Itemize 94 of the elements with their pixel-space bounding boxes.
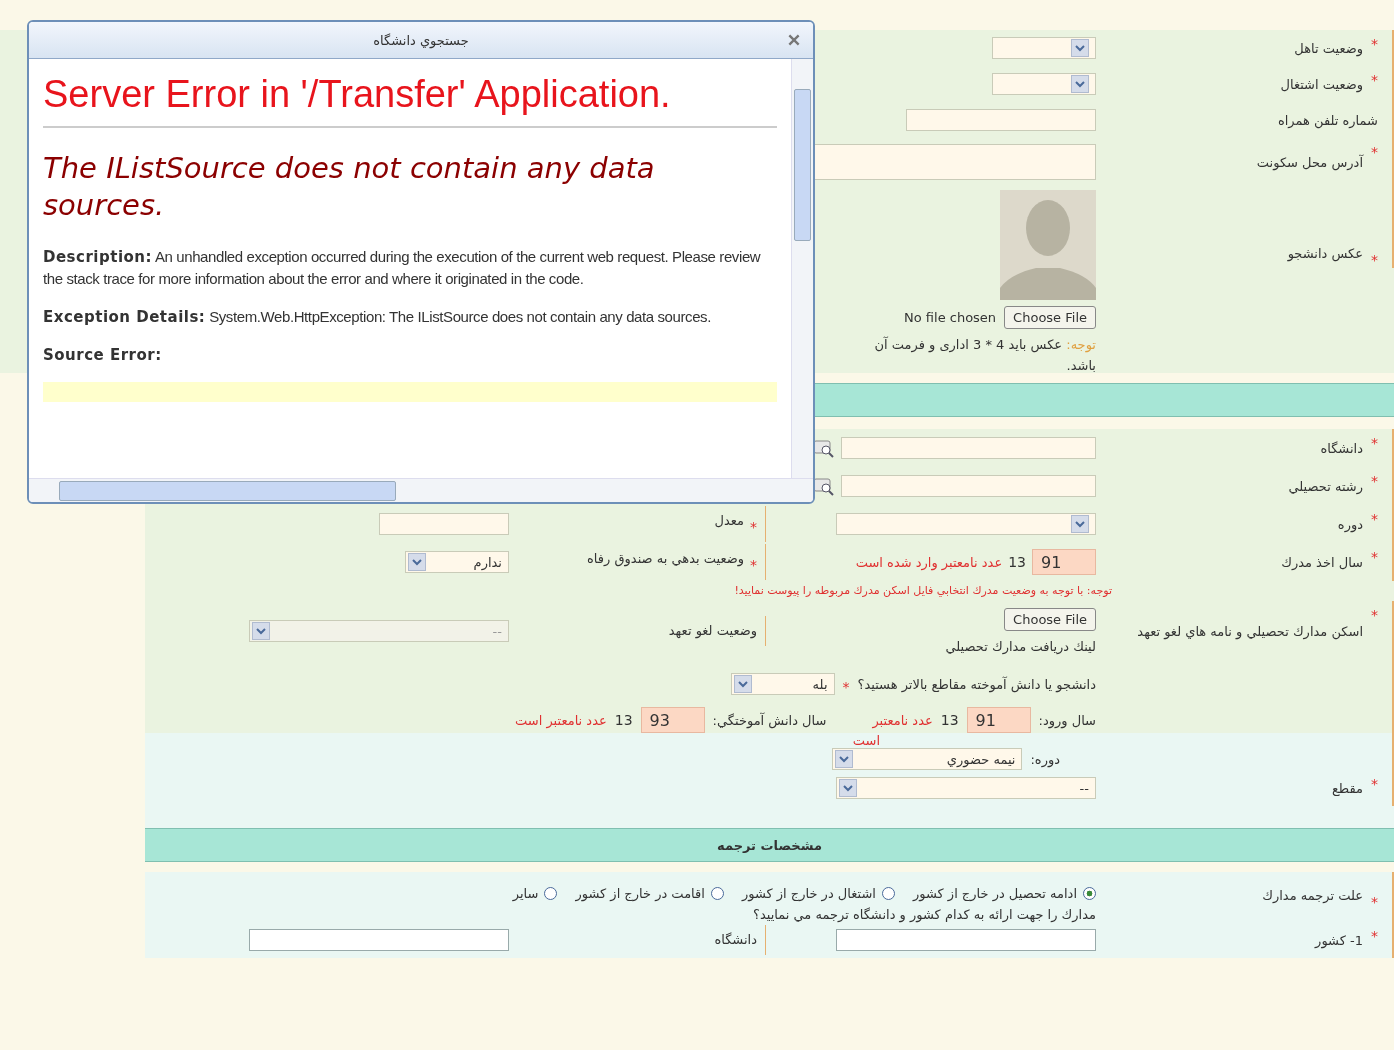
- required-mark: *: [1371, 435, 1378, 451]
- error-message: است: [852, 733, 881, 748]
- required-mark: *: [750, 518, 757, 537]
- note-text: باشد.: [1066, 358, 1096, 373]
- major-field[interactable]: [841, 475, 1096, 497]
- dropdown-field[interactable]: [836, 513, 1096, 535]
- note-text: عکس باید 4 * 3 اداری و فرمت آن: [874, 337, 1063, 352]
- radio-button[interactable]: [1083, 887, 1096, 900]
- source-error-label: Source Error:: [43, 346, 162, 364]
- vertical-scrollbar[interactable]: [791, 59, 813, 478]
- required-mark: *: [842, 679, 850, 695]
- error-heading: Server Error in '/Transfer' Application.: [43, 73, 672, 116]
- field-label: رشته تحصيلي: [1288, 478, 1363, 494]
- file-status: No file chosen: [904, 310, 997, 325]
- required-mark: *: [1371, 549, 1378, 565]
- radio-button[interactable]: [544, 887, 558, 900]
- year-field[interactable]: 91: [966, 707, 1031, 733]
- radio-option[interactable]: اشتغال در خارج از كشور: [741, 886, 895, 901]
- gpa-field[interactable]: [379, 513, 509, 535]
- field-label: معدل: [714, 512, 744, 530]
- field-label: وضعيت لغو تعهد: [668, 622, 757, 641]
- required-mark: *: [1371, 473, 1378, 489]
- chevron-icon: [733, 675, 752, 693]
- radio-button[interactable]: [881, 887, 895, 900]
- university-field[interactable]: [841, 437, 1096, 459]
- dropdown-field[interactable]: بله: [730, 673, 835, 695]
- dropdown-field[interactable]: [992, 37, 1096, 59]
- error-subheading: The IListSource does not contain any data sources.: [43, 150, 656, 224]
- chevron-icon: [1071, 515, 1089, 533]
- horizontal-scrollbar[interactable]: [29, 478, 813, 502]
- phone-field[interactable]: [906, 109, 1096, 131]
- field-label: دانشگاه: [1320, 440, 1363, 456]
- chevron-icon: [1071, 39, 1089, 57]
- close-icon[interactable]: [787, 33, 801, 47]
- note-label: توجه:: [1066, 337, 1096, 352]
- year-prefix: 13: [614, 712, 633, 728]
- field-label: سال ورود:: [1038, 712, 1096, 728]
- field-label: اسكن مدارك تحصيلي و نامه هاي لغو تعهد: [1137, 623, 1363, 639]
- year-prefix: 13: [940, 712, 959, 728]
- required-mark: *: [1371, 511, 1378, 527]
- field-label: سال دانش آموختگي:: [712, 712, 827, 728]
- dropdown-field[interactable]: --: [836, 777, 1096, 799]
- error-message: عدد نامعتبر وارد شده است: [855, 554, 1003, 570]
- year-prefix: 13: [1008, 554, 1026, 570]
- field-label: مقطع: [1331, 780, 1363, 796]
- required-mark: *: [1371, 252, 1378, 268]
- field-label: دانشگاه: [714, 931, 757, 949]
- field-label: آدرس محل سکونت: [1256, 154, 1363, 170]
- field-label: عکس دانشجو: [1287, 246, 1363, 261]
- field-label: دوره:: [1030, 751, 1060, 767]
- error-message: عدد نامعتبر: [872, 712, 933, 728]
- year-field[interactable]: 91: [1032, 549, 1096, 575]
- field-label: وضعيت بدهي به صندوق رفاه: [587, 550, 744, 569]
- dropdown-field[interactable]: ندارم: [405, 551, 509, 573]
- field-label: سال اخذ مدرك: [1281, 554, 1363, 570]
- chevron-icon: [839, 779, 857, 797]
- required-mark: *: [1371, 144, 1378, 160]
- required-mark: *: [1371, 607, 1378, 623]
- chevron-icon: [1071, 75, 1089, 93]
- field-label: وضعيت تاهل: [1294, 40, 1363, 56]
- year-field[interactable]: 93: [640, 707, 705, 733]
- download-link[interactable]: لينك دريافت مدارك تحصيلي: [945, 639, 1096, 654]
- required-mark: *: [1371, 894, 1378, 910]
- dropdown-field[interactable]: نيمه حضوري: [832, 748, 1023, 770]
- field-label: شماره تلفن همراه: [1277, 112, 1378, 128]
- dialog-title: جستجوي دانشگاه: [373, 32, 469, 48]
- field-label: 1- كشور: [1315, 932, 1363, 948]
- university-field[interactable]: [249, 929, 509, 951]
- required-mark: *: [1371, 72, 1378, 88]
- question-label: دانشجو يا دانش آموخته مقاطع بالاتر هستيد؟: [857, 676, 1096, 692]
- radio-option[interactable]: ساير: [512, 886, 558, 901]
- chevron-icon: [408, 553, 426, 571]
- warning-note: توجه: با توجه به وضعيت مدرك انتخابي فايل اسكن مدرك مربوطه را پيوست نماييد!: [734, 584, 1112, 597]
- chevron-icon: [835, 750, 854, 768]
- error-message: عدد نامعتبر است: [515, 712, 607, 728]
- exception-text: Exception Details: System.Web.HttpException: The IListSource does not contain any data sources.: [43, 307, 712, 328]
- choose-file-button[interactable]: Choose File: [1004, 608, 1096, 631]
- description-text: Description: An unhandled exception occurred during the execution of the current web request. Please review the stack trace for more information about the error and where it originated in the code.: [43, 247, 762, 289]
- radio-option[interactable]: اقامت در خارج از كشور: [575, 886, 724, 901]
- country-field[interactable]: [836, 929, 1096, 951]
- required-mark: *: [750, 556, 757, 575]
- section-header: مشخصات ترجمه: [145, 828, 1394, 862]
- question-label: مدارك را جهت ارائه به كدام كشور و دانشگاه ترجمه مي نماييد؟: [753, 907, 1096, 922]
- required-mark: *: [1371, 36, 1378, 52]
- required-mark: *: [1371, 928, 1378, 944]
- field-label: علت ترجمه مدارك: [1262, 888, 1363, 903]
- field-label: دوره: [1337, 516, 1363, 532]
- radio-button[interactable]: [710, 887, 724, 900]
- required-mark: *: [1371, 776, 1378, 792]
- radio-option[interactable]: ادامه تحصيل در خارج از كشور: [912, 886, 1096, 901]
- dropdown-field[interactable]: [992, 73, 1096, 95]
- field-label: وضعيت اشتغال: [1280, 76, 1363, 92]
- chevron-icon: [252, 622, 270, 640]
- choose-file-button[interactable]: Choose File: [1004, 306, 1096, 329]
